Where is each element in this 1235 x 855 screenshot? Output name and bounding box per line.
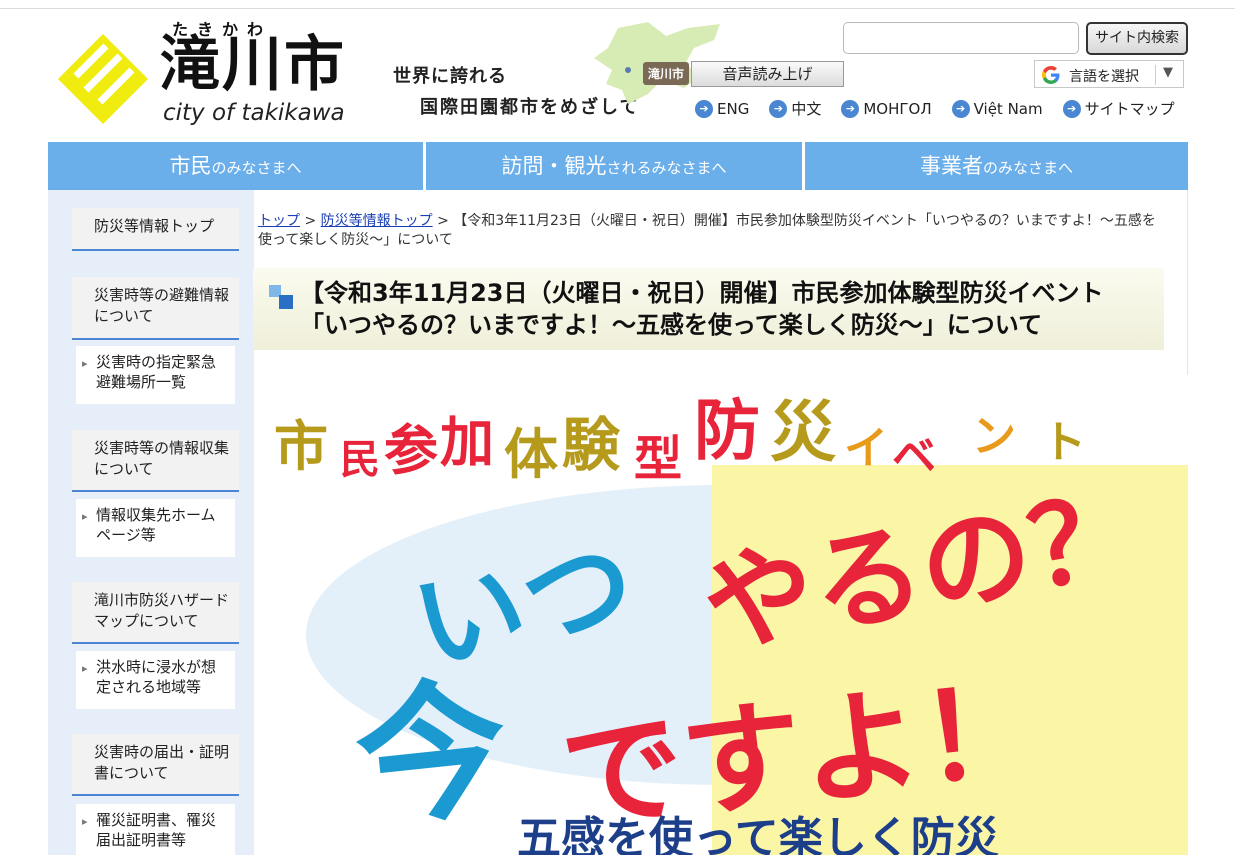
poster-headline-char: 体 bbox=[504, 423, 558, 486]
poster-headline-char: イ bbox=[844, 423, 888, 474]
search-button[interactable]: サイト内検索 bbox=[1086, 22, 1188, 55]
lang-link-label: Việt Nam bbox=[973, 99, 1043, 118]
sidebar-subitem-damage-certificate[interactable]: 罹災証明書、罹災届出証明書等 bbox=[76, 804, 235, 855]
sidebar-item-disaster-top[interactable]: 防災等情報トップ bbox=[72, 208, 239, 251]
poster-headline-char: 加 bbox=[440, 411, 494, 474]
breadcrumb-section-link[interactable]: 防災等情報トップ bbox=[321, 213, 433, 229]
poster-artwork: 市民参加体験型防災イベント いつ やるの？ 今 ですよ！ 五感を使って楽しく防災 bbox=[274, 392, 1188, 855]
logo-city-name[interactable]: 滝川市 bbox=[160, 32, 346, 98]
map-city-tag: 滝川市 bbox=[643, 62, 690, 85]
speech-button[interactable]: 音声読み上げ bbox=[691, 61, 844, 87]
tab-residents-small: のみなさまへ bbox=[211, 159, 302, 177]
tab-residents[interactable]: 市民のみなさまへ bbox=[48, 142, 423, 190]
tab-visitors-big: 訪問・観光 bbox=[501, 154, 607, 178]
sidebar-item-info-gathering[interactable]: 災害時等の情報収集について bbox=[72, 430, 239, 492]
sidebar-subitem-evacuation-sites[interactable]: 災害時の指定緊急避難場所一覧 bbox=[76, 346, 235, 404]
sidebar-item-evacuation-info[interactable]: 災害時等の避難情報について bbox=[72, 277, 239, 340]
lang-link-vietnamese[interactable]: ➔ Việt Nam bbox=[951, 98, 1043, 119]
lang-link-label: ENG bbox=[717, 99, 750, 118]
search-input[interactable] bbox=[843, 22, 1079, 54]
google-icon bbox=[1042, 66, 1060, 84]
event-poster-image: 市民参加体験型防災イベント いつ やるの？ 今 ですよ！ 五感を使って楽しく防災 bbox=[262, 375, 1188, 855]
lang-link-eng[interactable]: ➔ ENG bbox=[695, 98, 749, 119]
title-squares-icon bbox=[269, 285, 293, 309]
lang-link-chinese[interactable]: ➔ 中文 bbox=[769, 98, 821, 119]
lang-link-mongolian[interactable]: ➔ МОНГОЛ bbox=[841, 98, 932, 119]
language-links: ➔ ENG ➔ 中文 ➔ МОНГОЛ ➔ Việt Nam ➔ サイトマップ bbox=[695, 98, 1195, 119]
tab-businesses[interactable]: 事業者のみなさまへ bbox=[805, 142, 1188, 190]
main-nav: 市民のみなさまへ 訪問・観光されるみなさまへ 事業者のみなさまへ bbox=[48, 142, 1188, 190]
poster-headline-char: 市 bbox=[274, 415, 328, 478]
poster-ima: 今 bbox=[348, 661, 515, 850]
poster-headline-char: 防 bbox=[694, 392, 760, 469]
tab-residents-big: 市民 bbox=[169, 154, 212, 178]
arrow-right-icon: ➔ bbox=[695, 99, 713, 118]
poster-headline-char: ベ bbox=[892, 431, 936, 482]
sidebar-item-certificates[interactable]: 災害時の届出・証明書について bbox=[72, 734, 239, 796]
sidebar-subitem-flood-areas[interactable]: 洪水時に浸水が想定される地域等 bbox=[76, 651, 235, 709]
lang-link-label: サイトマップ bbox=[1084, 100, 1175, 118]
slogan-line-1: 世界に誇れる bbox=[393, 66, 507, 87]
breadcrumb: トップ > 防災等情報トップ > 【令和3年11月23日（火曜日・祝日）開催】市… bbox=[258, 212, 1158, 250]
breadcrumb-separator: > bbox=[304, 213, 317, 229]
poster-headline-char: ン bbox=[972, 411, 1016, 462]
sidebar-subitem-info-sites[interactable]: 情報収集先ホームページ等 bbox=[76, 499, 235, 557]
translate-label: 言語を選択 bbox=[1069, 69, 1139, 85]
tab-visitors[interactable]: 訪問・観光されるみなさまへ bbox=[426, 142, 802, 190]
tab-visitors-small: されるみなさまへ bbox=[606, 159, 727, 177]
lang-link-label: 中文 bbox=[791, 100, 822, 118]
logo-roman-name: city of takikawa bbox=[163, 100, 345, 126]
sidebar-item-hazard-map[interactable]: 滝川市防災ハザードマップについて bbox=[72, 582, 239, 644]
poster-headline-char: ト bbox=[1042, 417, 1086, 468]
tab-businesses-small: のみなさまへ bbox=[982, 159, 1073, 177]
breadcrumb-separator: > bbox=[437, 213, 449, 229]
poster-bottom-text: 五感を使って楽しく防災 bbox=[517, 813, 999, 855]
arrow-right-icon: ➔ bbox=[1062, 99, 1081, 118]
lang-link-label: МОНГОЛ bbox=[863, 99, 932, 118]
translate-select[interactable]: 言語を選択 ▼ bbox=[1034, 60, 1184, 88]
arrow-right-icon: ➔ bbox=[951, 99, 970, 118]
poster-headline-char: 災 bbox=[770, 394, 836, 471]
poster-headline-char: 型 bbox=[634, 431, 682, 487]
arrow-right-icon: ➔ bbox=[841, 99, 860, 118]
poster-headline-char: 参 bbox=[384, 419, 438, 482]
tab-businesses-big: 事業者 bbox=[919, 154, 983, 178]
top-border bbox=[0, 8, 1235, 9]
sitemap-link[interactable]: ➔ サイトマップ bbox=[1062, 98, 1175, 119]
translate-separator bbox=[1155, 65, 1156, 85]
dropdown-arrow-icon: ▼ bbox=[1163, 65, 1173, 80]
poster-headline-char: 験 bbox=[562, 411, 621, 479]
arrow-right-icon: ➔ bbox=[769, 99, 788, 118]
breadcrumb-top-link[interactable]: トップ bbox=[258, 213, 300, 229]
poster-headline-char: 民 bbox=[340, 437, 380, 483]
city-logo-icon[interactable] bbox=[58, 34, 148, 124]
page-title: 【令和3年11月23日（火曜日・祝日）開催】市民参加体験型防災イベント「いつやる… bbox=[300, 279, 1104, 339]
